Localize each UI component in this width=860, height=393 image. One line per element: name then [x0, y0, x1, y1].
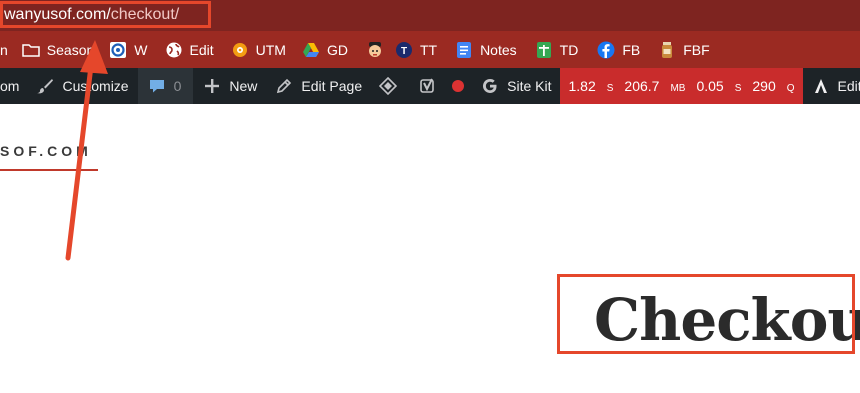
bookmark-utm[interactable]: UTM [231, 31, 286, 68]
tt-badge-icon: T [395, 41, 413, 59]
admin-site-kit[interactable]: Site Kit [481, 68, 551, 104]
google-drive-icon [302, 41, 320, 59]
bookmark-td[interactable]: TD [535, 31, 579, 68]
google-g-icon [481, 77, 499, 95]
admin-customize[interactable]: Customize [36, 68, 129, 104]
bookmark-season[interactable]: Season [22, 31, 94, 68]
bookmark-edit[interactable]: Edit [165, 31, 214, 68]
perf-queries: 290 Q [752, 78, 795, 94]
admin-site-label: om [0, 78, 20, 94]
annotation-url-highlight [0, 1, 211, 28]
perf-time: 1.82 S [568, 78, 614, 94]
bookmark-label: UTM [255, 41, 286, 58]
bookmark-label: FB [622, 41, 641, 58]
bookmark-label: Edit [189, 41, 214, 58]
admin-edit-with-label: Edit with T [837, 78, 860, 94]
admin-site-link[interactable]: om [0, 68, 19, 104]
comments-count: 0 [173, 78, 182, 94]
bookmark-notes[interactable]: Notes [455, 31, 517, 68]
admin-new-label: New [229, 78, 258, 94]
admin-comments[interactable]: 0 [137, 68, 194, 104]
admin-new[interactable]: New [203, 68, 257, 104]
admin-yoast[interactable] [419, 68, 445, 104]
bookmark-label: W [134, 41, 148, 58]
annotation-title-highlight [557, 274, 855, 354]
admin-yoast-status [449, 68, 475, 104]
bookmark-label: Season [46, 41, 95, 58]
bookmark-fbf[interactable]: FBF [658, 31, 710, 68]
w-badge-icon [109, 41, 127, 59]
bookmark-label: Notes [480, 41, 517, 58]
google-sheets-icon [535, 41, 553, 59]
bookmark-label: TT [419, 41, 438, 58]
bookmark-tt[interactable]: T TT [395, 31, 437, 68]
bookmark-gd[interactable]: GD [302, 31, 348, 68]
bookmarks-bar: n Season W Edit UTM GD T TT Notes TD FB … [0, 31, 860, 68]
site-logo[interactable]: SOF.COM [0, 143, 92, 159]
yoast-icon [419, 77, 437, 95]
character-icon [366, 41, 384, 59]
perf-query-time: 0.05 S [696, 78, 742, 94]
folder-icon [22, 41, 40, 59]
status-dot-icon [449, 77, 467, 95]
bookmark-character[interactable] [366, 31, 391, 68]
admin-customize-label: Customize [62, 78, 129, 94]
bookmark-label: GD [326, 41, 348, 58]
admin-edit-page-label: Edit Page [301, 78, 363, 94]
bookmark-label: TD [559, 41, 579, 58]
jar-icon [658, 41, 676, 59]
admin-bar: om Customize 0 New Edit Page Site Kit 1.… [0, 68, 860, 104]
plus-icon [203, 77, 221, 95]
globe-icon [165, 41, 183, 59]
admin-edit-with[interactable]: Edit with T [812, 68, 860, 104]
pencil-icon [275, 77, 293, 95]
google-docs-icon [455, 41, 473, 59]
perf-memory: 206.7 MB [624, 78, 686, 94]
facebook-icon [597, 41, 615, 59]
bookmark-label: FBF [683, 41, 710, 58]
brush-icon [36, 77, 54, 95]
diamond-icon [379, 77, 398, 95]
bookmark-w[interactable]: W [109, 31, 148, 68]
utm-gear-icon [231, 41, 249, 59]
logo-underline [0, 169, 98, 171]
query-monitor-stats[interactable]: 1.82 S 206.7 MB 0.05 S 290 Q [560, 68, 803, 104]
bookmark-label: n [0, 41, 8, 58]
bookmark-partial[interactable]: n [0, 31, 8, 68]
svg-text:T: T [401, 46, 407, 57]
admin-diamond-plugin[interactable] [379, 68, 405, 104]
bookmark-fb[interactable]: FB [597, 31, 640, 68]
comment-icon [148, 77, 166, 95]
admin-edit-page[interactable]: Edit Page [275, 68, 362, 104]
builder-logo-icon [812, 77, 830, 95]
admin-site-kit-label: Site Kit [507, 78, 552, 94]
